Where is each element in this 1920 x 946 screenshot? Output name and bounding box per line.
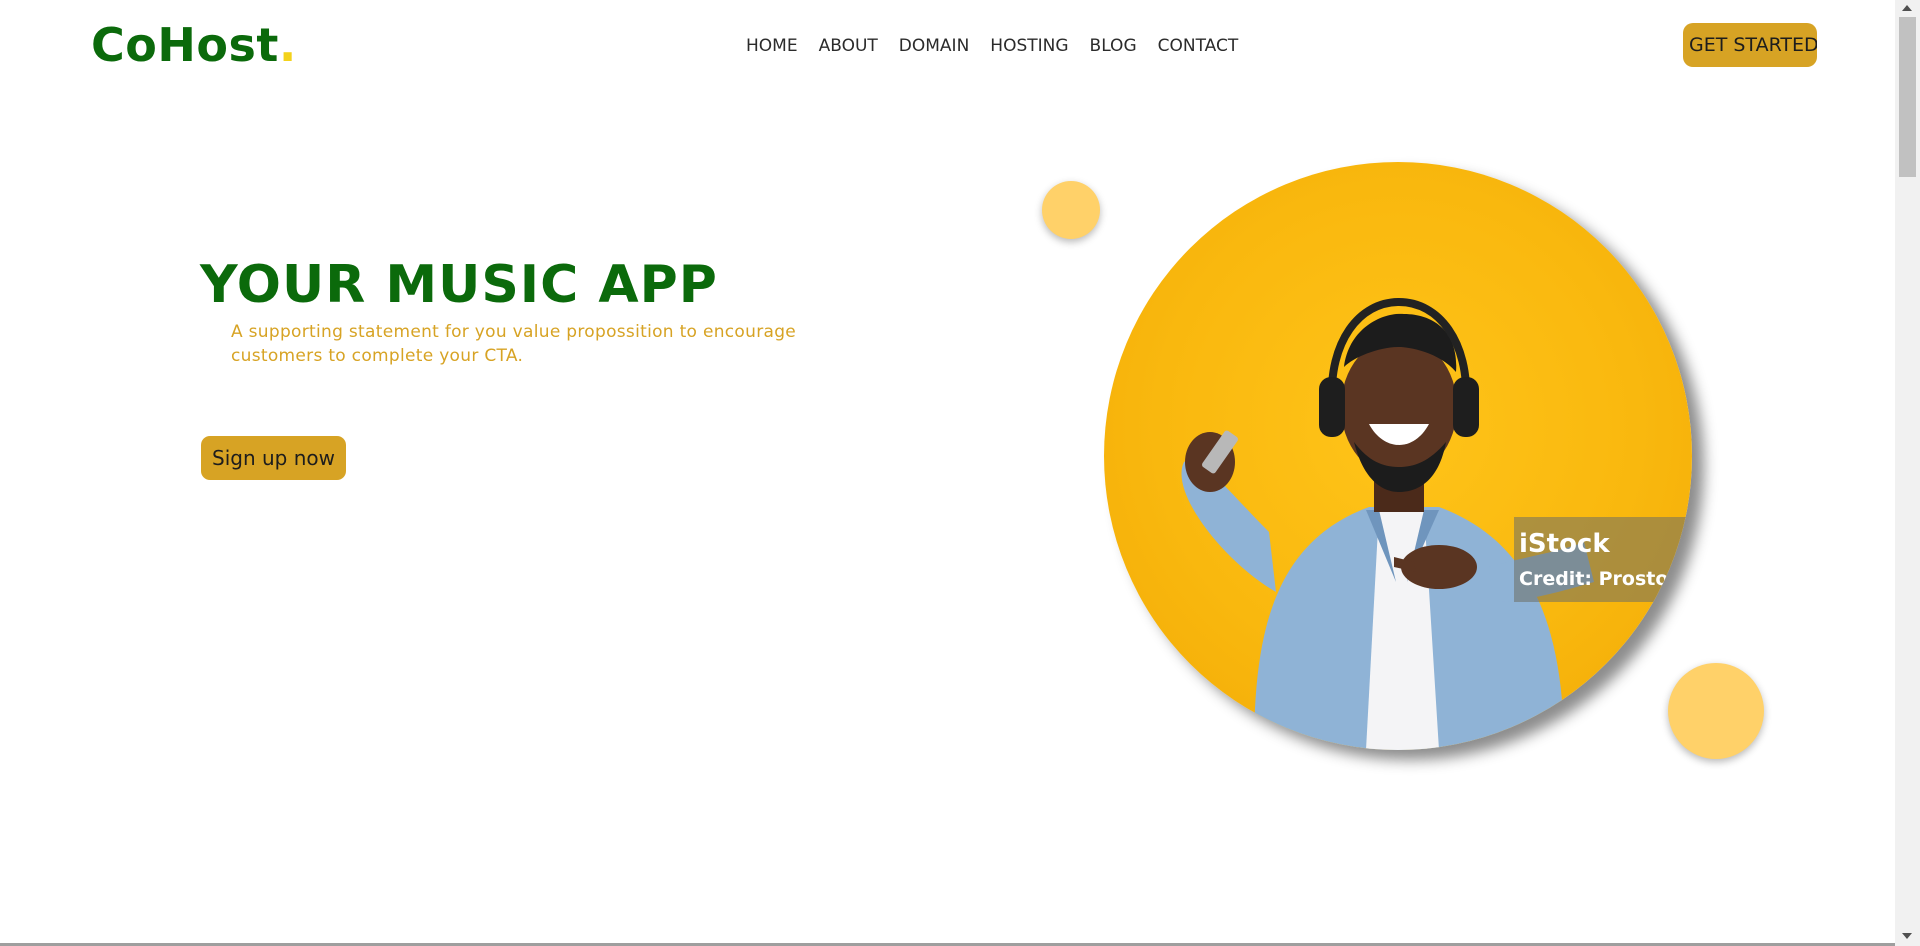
brand-logo[interactable]: CoHost. bbox=[91, 18, 297, 72]
hero-subtitle: A supporting statement for you value pro… bbox=[231, 322, 797, 366]
nav-item-about[interactable]: ABOUT bbox=[819, 36, 878, 56]
decorative-bubble-small bbox=[1042, 181, 1100, 239]
nav-item-domain[interactable]: DOMAIN bbox=[899, 36, 970, 56]
watermark-credit: Credit: Prostock bbox=[1519, 568, 1692, 590]
brand-name: CoHost bbox=[91, 18, 279, 72]
scroll-down-arrow-icon[interactable] bbox=[1902, 933, 1912, 939]
sign-up-button[interactable]: Sign up now bbox=[201, 436, 346, 480]
music-listener-illustration: iStock Credit: Prostock bbox=[1181, 297, 1692, 750]
landing-page: CoHost. HOME ABOUT DOMAIN HOSTING BLOG C… bbox=[0, 0, 1895, 946]
nav-item-contact[interactable]: CONTACT bbox=[1158, 36, 1239, 56]
nav-item-hosting[interactable]: HOSTING bbox=[990, 36, 1068, 56]
nav-item-home[interactable]: HOME bbox=[746, 36, 798, 56]
decorative-bubble-large bbox=[1668, 663, 1764, 759]
get-started-button[interactable]: GET STARTED bbox=[1683, 23, 1817, 67]
brand-dot: . bbox=[278, 18, 297, 72]
hero-image: iStock Credit: Prostock bbox=[1104, 162, 1692, 750]
nav-item-blog[interactable]: BLOG bbox=[1090, 36, 1137, 56]
hero-title: YOUR MUSIC APP bbox=[200, 255, 718, 315]
scroll-up-arrow-icon[interactable] bbox=[1902, 5, 1912, 11]
main-nav: HOME ABOUT DOMAIN HOSTING BLOG CONTACT bbox=[746, 36, 1238, 56]
scrollbar-thumb[interactable] bbox=[1899, 17, 1916, 177]
watermark-brand: iStock bbox=[1519, 529, 1610, 559]
